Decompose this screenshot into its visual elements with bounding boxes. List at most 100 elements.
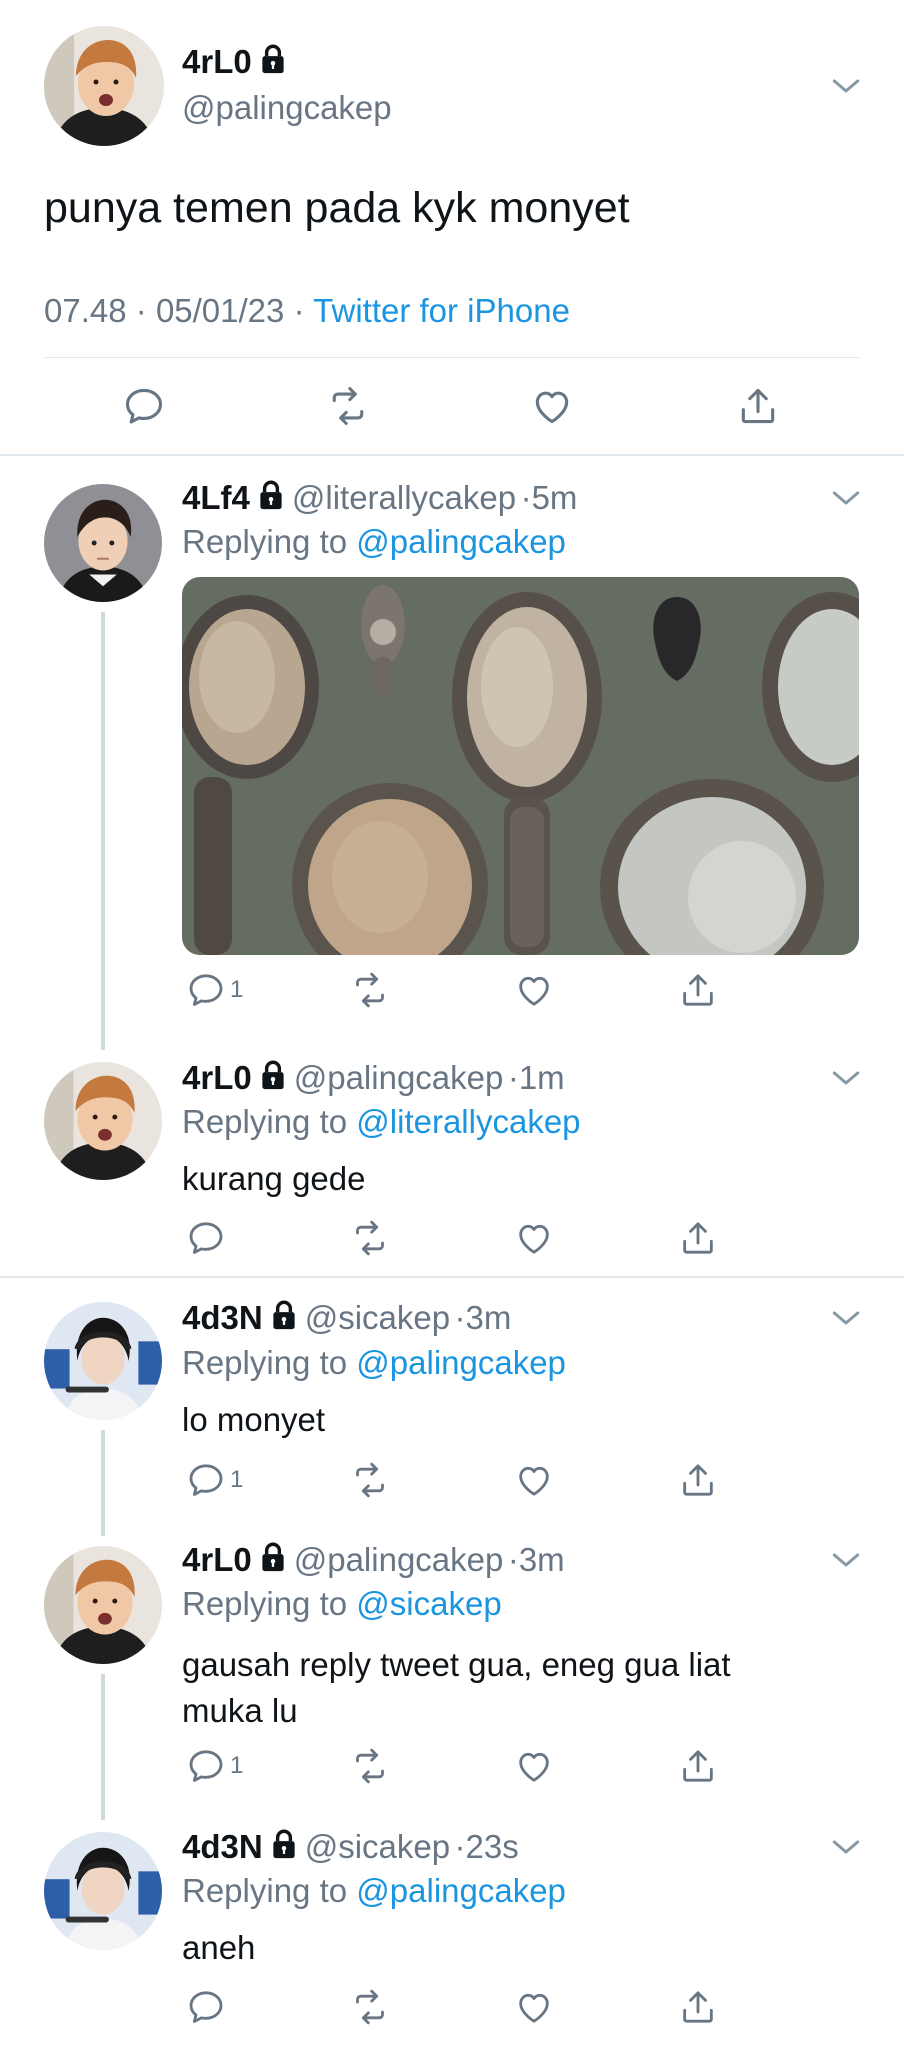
author-name[interactable]: 4d3N	[182, 1299, 263, 1336]
author-name[interactable]: 4Lf4	[182, 479, 250, 516]
replying-to-link[interactable]: @palingcakep	[356, 523, 566, 560]
replying-to: Replying to @palingcakep	[182, 1344, 566, 1382]
lock-icon	[267, 1827, 301, 1861]
thread-line	[101, 612, 105, 1050]
avatar[interactable]	[44, 26, 164, 146]
tweet-text-line: muka lu	[182, 1692, 298, 1729]
like-icon[interactable]	[514, 1746, 554, 1786]
share-icon[interactable]	[678, 1218, 718, 1258]
share-icon[interactable]	[678, 1746, 718, 1786]
chevron-down-icon[interactable]	[826, 1827, 866, 1867]
reply-count: 1	[230, 976, 244, 1003]
meta-separator: ·	[520, 479, 532, 516]
meta-separator: ·	[454, 1299, 466, 1336]
action-bar: 1	[182, 968, 742, 1018]
reply-button[interactable]: 1	[186, 1746, 243, 1786]
like-icon[interactable]	[514, 1460, 554, 1500]
reply-button[interactable]: 1	[186, 970, 243, 1010]
reply-icon	[186, 970, 226, 1010]
tweet-text: kurang gede	[182, 1160, 366, 1197]
tweet-image[interactable]	[182, 577, 859, 955]
divider	[44, 357, 860, 358]
replying-to-link[interactable]: @sicakep	[356, 1585, 501, 1622]
like-icon[interactable]	[530, 384, 574, 428]
reply-header: 4d3N @sicakep ·3m	[182, 1298, 511, 1337]
lock-icon	[254, 478, 288, 512]
retweet-icon[interactable]	[350, 970, 390, 1010]
author-name[interactable]: 4rL0	[182, 1059, 252, 1096]
avatar[interactable]	[44, 1546, 162, 1664]
share-icon[interactable]	[678, 1460, 718, 1500]
tweet-age: 1m	[518, 1059, 565, 1096]
tweet-source-link[interactable]: Twitter for iPhone	[313, 292, 570, 329]
retweet-icon[interactable]	[350, 1987, 390, 2027]
author-name[interactable]: 4d3N	[182, 1828, 263, 1865]
author-handle[interactable]: @palingcakep	[182, 89, 392, 127]
lock-icon	[267, 1298, 301, 1332]
tweet-text-line: gausah reply tweet gua, eneg gua liat	[182, 1646, 731, 1683]
reply-header: 4d3N @sicakep ·23s	[182, 1827, 519, 1866]
author-name[interactable]: 4rL0	[182, 1541, 252, 1578]
replying-to-label: Replying to	[182, 1872, 348, 1909]
tweet-age: 5m	[531, 479, 578, 516]
tweet-age: 3m	[518, 1541, 565, 1578]
retweet-icon[interactable]	[326, 384, 370, 428]
retweet-icon[interactable]	[350, 1218, 390, 1258]
share-icon[interactable]	[678, 1987, 718, 2027]
chevron-down-icon[interactable]	[826, 1058, 866, 1098]
replying-to: Replying to @sicakep	[182, 1585, 502, 1623]
author-handle[interactable]: @literallycakep	[292, 479, 516, 516]
divider	[0, 1276, 904, 1278]
replying-to-label: Replying to	[182, 1103, 348, 1140]
divider	[0, 454, 904, 456]
action-bar	[182, 1985, 742, 2035]
tweet-text: lo monyet	[182, 1401, 326, 1438]
share-icon[interactable]	[678, 970, 718, 1010]
replying-to-label: Replying to	[182, 1344, 348, 1381]
replying-to-link[interactable]: @literallycakep	[356, 1103, 580, 1140]
reply-button[interactable]: 1	[186, 1460, 243, 1500]
replying-to: Replying to @palingcakep	[182, 1872, 566, 1910]
like-icon[interactable]	[514, 1218, 554, 1258]
tweet-text: aneh	[182, 1929, 256, 1966]
like-icon[interactable]	[514, 970, 554, 1010]
author-handle[interactable]: @sicakep	[305, 1828, 450, 1865]
chevron-down-icon[interactable]	[826, 478, 866, 518]
chevron-down-icon[interactable]	[826, 1298, 866, 1338]
reply-header: 4rL0 @palingcakep ·3m	[182, 1540, 565, 1579]
reply-icon[interactable]	[186, 1987, 226, 2027]
reply-icon[interactable]	[122, 384, 166, 428]
tweet-text: gausah reply tweet gua, eneg gua liat mu…	[182, 1642, 731, 1734]
avatar[interactable]	[44, 484, 162, 602]
hand-mirrors-photo	[182, 577, 859, 955]
thread-line	[101, 1430, 105, 1536]
avatar[interactable]	[44, 1832, 162, 1950]
replying-to-link[interactable]: @palingcakep	[356, 1872, 566, 1909]
chevron-down-icon[interactable]	[826, 1540, 866, 1580]
reply-header: 4Lf4 @literallycakep ·5m	[182, 478, 577, 517]
reply-count: 1	[230, 1466, 244, 1493]
reply-count: 1	[230, 1752, 244, 1779]
tweet-date: 05/01/23	[155, 292, 285, 329]
retweet-icon[interactable]	[350, 1746, 390, 1786]
replying-to-link[interactable]: @palingcakep	[356, 1344, 566, 1381]
author-handle[interactable]: @palingcakep	[294, 1541, 504, 1578]
replying-to-label: Replying to	[182, 1585, 348, 1622]
reply-icon	[186, 1746, 226, 1786]
avatar[interactable]	[44, 1062, 162, 1180]
author-name[interactable]: 4rL0	[182, 43, 252, 80]
meta-separator: ·	[507, 1059, 519, 1096]
share-icon[interactable]	[736, 384, 780, 428]
author-name-row: 4rL0	[182, 42, 294, 81]
author-handle[interactable]: @palingcakep	[294, 1059, 504, 1096]
chevron-down-icon[interactable]	[826, 66, 866, 106]
avatar[interactable]	[44, 1302, 162, 1420]
author-handle[interactable]: @sicakep	[305, 1299, 450, 1336]
tweet-time: 07.48	[44, 292, 127, 329]
meta-separator: ·	[135, 292, 147, 329]
retweet-icon[interactable]	[350, 1460, 390, 1500]
meta-separator: ·	[507, 1541, 519, 1578]
reply-icon[interactable]	[186, 1218, 226, 1258]
action-bar: 1	[182, 1744, 742, 1794]
like-icon[interactable]	[514, 1987, 554, 2027]
